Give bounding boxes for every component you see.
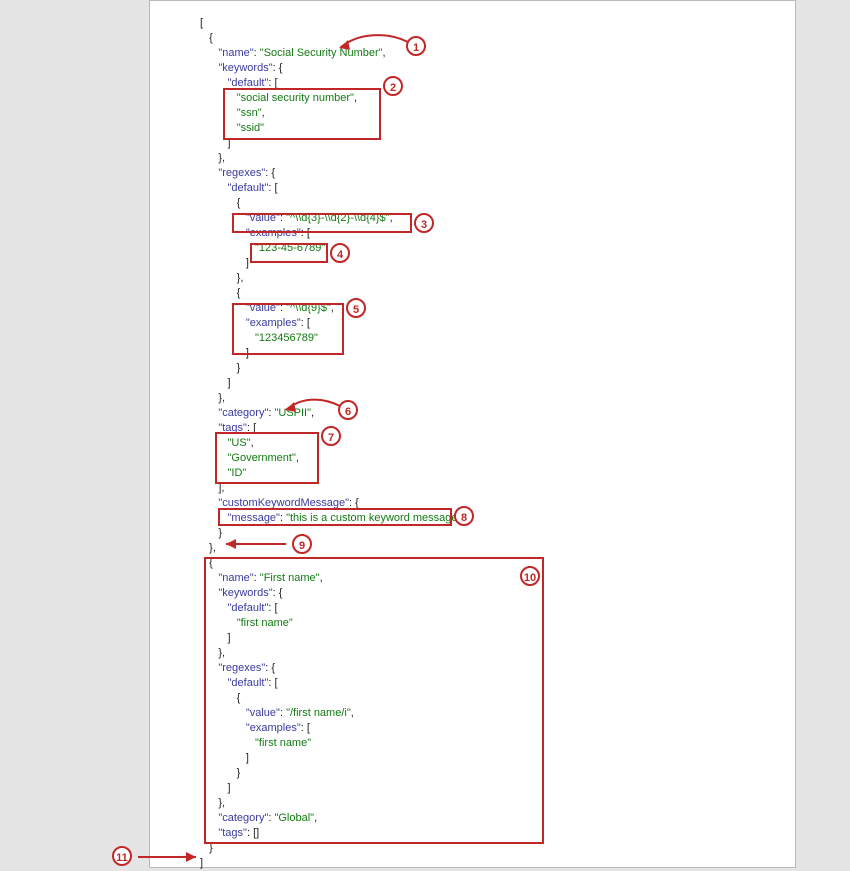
callout-6: 6 xyxy=(338,400,358,420)
callout-box-5 xyxy=(232,303,344,355)
callout-4: 4 xyxy=(330,243,350,263)
callout-3: 3 xyxy=(414,213,434,233)
callout-box-7 xyxy=(215,432,319,484)
callout-box-8 xyxy=(218,508,452,526)
callout-8: 8 xyxy=(454,506,474,526)
callout-box-2 xyxy=(223,88,381,140)
callout-10: 10 xyxy=(520,566,540,586)
callout-7: 7 xyxy=(321,426,341,446)
callout-9: 9 xyxy=(292,534,312,554)
callout-1: 1 xyxy=(406,36,426,56)
callout-11: 11 xyxy=(112,846,132,866)
callout-box-3 xyxy=(232,213,412,233)
callout-5: 5 xyxy=(346,298,366,318)
callout-box-10 xyxy=(204,557,544,844)
callout-box-4 xyxy=(250,243,328,263)
callout-2: 2 xyxy=(383,76,403,96)
